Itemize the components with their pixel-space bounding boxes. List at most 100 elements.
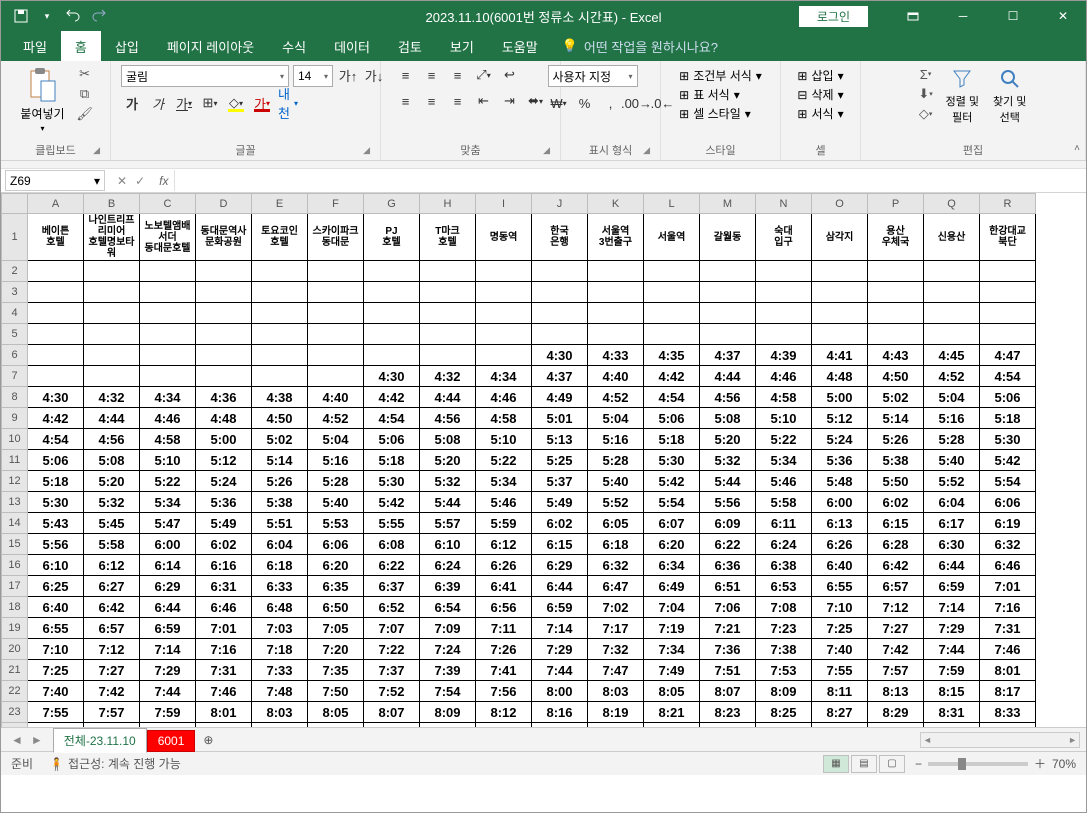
- grow-font-icon[interactable]: 가↑: [337, 65, 359, 85]
- col-header[interactable]: P: [868, 194, 924, 214]
- cell[interactable]: 7:27: [84, 660, 140, 681]
- cell[interactable]: 5:18: [644, 429, 700, 450]
- cell[interactable]: 5:30: [28, 492, 84, 513]
- font-color-button[interactable]: 가▾: [251, 93, 273, 113]
- menu-formula[interactable]: 수식: [268, 30, 320, 63]
- sheet-nav-prev-icon[interactable]: ◄: [11, 733, 23, 747]
- cell[interactable]: [868, 282, 924, 303]
- cell[interactable]: 5:40: [588, 471, 644, 492]
- cell[interactable]: 5:54: [644, 492, 700, 513]
- cell[interactable]: 6:44: [532, 576, 588, 597]
- font-size-combo[interactable]: 14▾: [293, 65, 333, 87]
- column-title[interactable]: 서울역3번출구: [588, 214, 644, 261]
- cell[interactable]: [532, 282, 588, 303]
- zoom-slider[interactable]: [928, 762, 1028, 766]
- cell[interactable]: 4:42: [644, 366, 700, 387]
- cell[interactable]: 5:06: [980, 387, 1036, 408]
- cell[interactable]: 4:40: [588, 366, 644, 387]
- cell[interactable]: 8:00: [532, 681, 588, 702]
- phonetic-button[interactable]: 내천▾: [277, 93, 299, 113]
- col-header[interactable]: B: [84, 194, 140, 214]
- cell[interactable]: 7:29: [140, 660, 196, 681]
- cell[interactable]: [476, 345, 532, 366]
- menu-view[interactable]: 보기: [436, 30, 488, 63]
- cell[interactable]: 7:37: [364, 660, 420, 681]
- cell[interactable]: 7:23: [756, 618, 812, 639]
- cell[interactable]: 4:54: [28, 429, 84, 450]
- cell[interactable]: [28, 261, 84, 282]
- cell[interactable]: 7:16: [980, 597, 1036, 618]
- cell[interactable]: 5:06: [364, 429, 420, 450]
- cell[interactable]: 4:54: [364, 408, 420, 429]
- cell[interactable]: 5:18: [28, 471, 84, 492]
- accounting-icon[interactable]: ₩▾: [548, 93, 570, 113]
- cell[interactable]: 6:33: [252, 576, 308, 597]
- row-header[interactable]: 13: [2, 492, 28, 513]
- cell[interactable]: [420, 261, 476, 282]
- cell[interactable]: 7:24: [420, 639, 476, 660]
- confirm-formula-icon[interactable]: ✓: [135, 174, 145, 188]
- col-header[interactable]: I: [476, 194, 532, 214]
- cell[interactable]: 4:46: [756, 366, 812, 387]
- cell[interactable]: [476, 324, 532, 345]
- cell[interactable]: 5:01: [532, 408, 588, 429]
- cell[interactable]: 5:18: [364, 450, 420, 471]
- cell[interactable]: 5:10: [756, 408, 812, 429]
- cell[interactable]: 5:52: [924, 471, 980, 492]
- cell[interactable]: 4:58: [140, 429, 196, 450]
- row-header[interactable]: 16: [2, 555, 28, 576]
- row-header[interactable]: 3: [2, 282, 28, 303]
- comma-icon[interactable]: ,: [600, 93, 622, 113]
- cell[interactable]: 4:43: [868, 345, 924, 366]
- cell[interactable]: [924, 324, 980, 345]
- cell[interactable]: [252, 366, 308, 387]
- column-title[interactable]: 한국은행: [532, 214, 588, 261]
- cell[interactable]: 8:25: [756, 702, 812, 723]
- column-title[interactable]: 토요코인호텔: [252, 214, 308, 261]
- cell[interactable]: [588, 303, 644, 324]
- cell[interactable]: 5:13: [532, 429, 588, 450]
- cell[interactable]: 7:55: [28, 702, 84, 723]
- cell[interactable]: 6:24: [756, 534, 812, 555]
- cell[interactable]: 6:48: [252, 597, 308, 618]
- cell[interactable]: 7:32: [588, 639, 644, 660]
- row-header[interactable]: 15: [2, 534, 28, 555]
- cell[interactable]: 4:36: [196, 387, 252, 408]
- column-title[interactable]: 노보텔앰배서더동대문호텔: [140, 214, 196, 261]
- cell[interactable]: [196, 345, 252, 366]
- cell[interactable]: 4:32: [420, 366, 476, 387]
- align-left-icon[interactable]: ≡: [395, 91, 417, 111]
- cell[interactable]: 4:39: [756, 345, 812, 366]
- page-layout-view-icon[interactable]: ▤: [851, 755, 877, 773]
- cell[interactable]: 6:49: [644, 576, 700, 597]
- cell[interactable]: 6:28: [868, 534, 924, 555]
- cell[interactable]: 5:06: [28, 450, 84, 471]
- cell[interactable]: 4:41: [812, 345, 868, 366]
- cell[interactable]: [308, 282, 364, 303]
- row-header[interactable]: 10: [2, 429, 28, 450]
- col-header[interactable]: N: [756, 194, 812, 214]
- cell[interactable]: 8:16: [532, 702, 588, 723]
- cell[interactable]: 6:59: [924, 576, 980, 597]
- cell[interactable]: 7:36: [700, 639, 756, 660]
- align-center-icon[interactable]: ≡: [421, 91, 443, 111]
- cell[interactable]: [252, 324, 308, 345]
- cell[interactable]: 6:55: [28, 618, 84, 639]
- cell[interactable]: 8:13: [868, 681, 924, 702]
- cell[interactable]: 5:08: [420, 429, 476, 450]
- cell[interactable]: 6:11: [756, 513, 812, 534]
- cell[interactable]: 4:44: [700, 366, 756, 387]
- cell[interactable]: 7:59: [924, 660, 980, 681]
- cell[interactable]: [196, 282, 252, 303]
- cell[interactable]: 6:59: [532, 597, 588, 618]
- cell[interactable]: 6:50: [308, 597, 364, 618]
- dialog-launcher-icon[interactable]: ◢: [363, 145, 370, 156]
- cell[interactable]: 8:03: [588, 681, 644, 702]
- row-header[interactable]: 12: [2, 471, 28, 492]
- cell[interactable]: 4:40: [308, 387, 364, 408]
- cell[interactable]: 5:16: [308, 450, 364, 471]
- cell[interactable]: 7:25: [28, 660, 84, 681]
- cell[interactable]: 7:19: [644, 618, 700, 639]
- row-header[interactable]: 4: [2, 303, 28, 324]
- row-header[interactable]: 17: [2, 576, 28, 597]
